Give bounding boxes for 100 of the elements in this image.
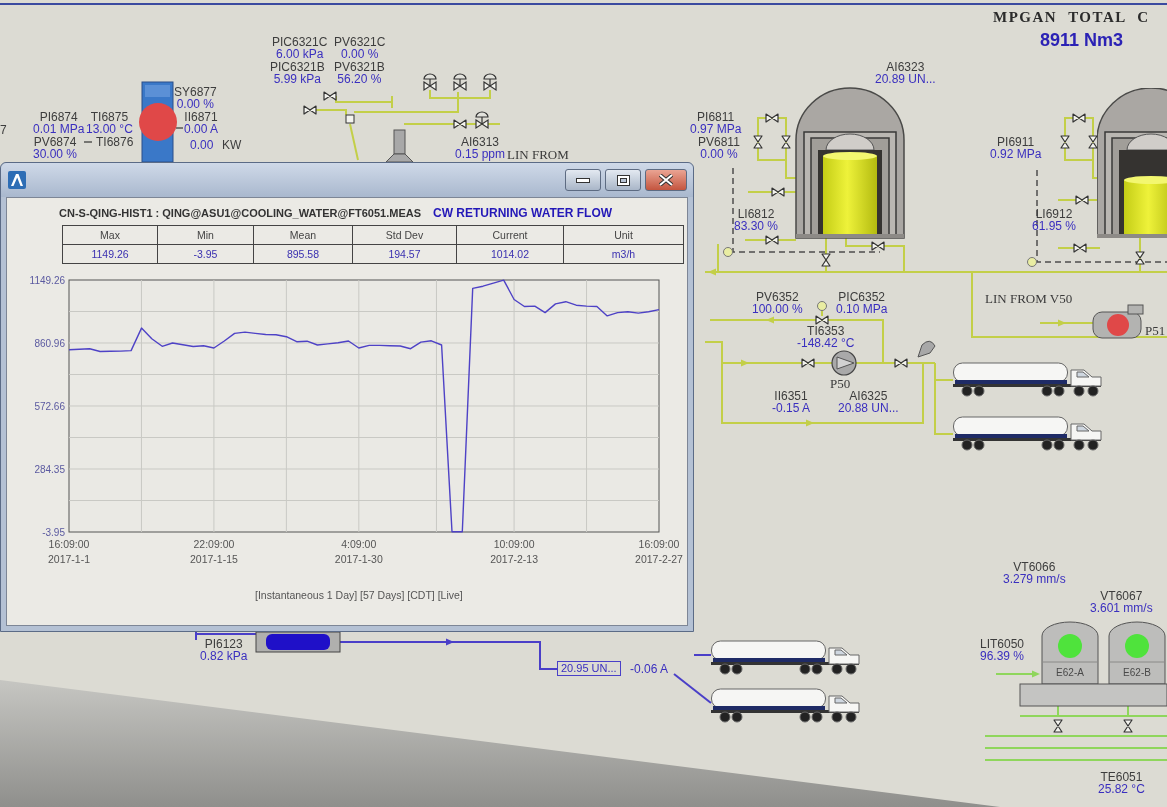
column-header: Mean	[254, 226, 353, 245]
tag-label: AI6313	[461, 136, 500, 148]
tag-label: PV6321C	[334, 36, 386, 48]
flow-arrow-icon	[708, 268, 716, 276]
tag-label: II6351	[774, 390, 808, 402]
valve-icon	[815, 315, 829, 325]
valve-icon	[765, 113, 779, 123]
valve-icon	[1073, 243, 1087, 253]
y-axis-label: 572.66	[34, 400, 65, 412]
tag-label: VT6067	[1100, 590, 1143, 602]
table-cell: -3.95	[158, 245, 254, 264]
flow-arrow-icon	[446, 638, 454, 646]
tag-value: 20.89 UN...	[875, 73, 936, 85]
tag-value: 0.10 MPa	[836, 303, 888, 315]
label-text: KW	[222, 139, 242, 152]
valve-icon	[1053, 719, 1063, 733]
tag-value: 0.00 A	[184, 123, 219, 135]
x-axis-label: 16:09:00 2017-1-1	[48, 538, 90, 565]
tag-label: PV6811	[698, 136, 740, 148]
instrument-icon	[1027, 257, 1037, 267]
tag-value: 20.88 UN...	[838, 402, 899, 414]
tag-value: 3.279 mm/s	[1003, 573, 1066, 585]
tag-label: PV6321B	[334, 61, 385, 73]
tag-label: PI6811	[697, 111, 735, 123]
plant-total-title: MPGAN TOTAL C	[993, 9, 1150, 26]
app-logo-icon	[8, 171, 26, 189]
valve-icon	[323, 91, 337, 101]
y-axis-label: 860.96	[34, 337, 65, 349]
tag-label: TI6875	[90, 111, 129, 123]
close-icon	[659, 174, 673, 186]
pipe	[349, 123, 359, 161]
tag-value: 0.97 MPa	[690, 123, 742, 135]
tag-label: PV6874	[33, 136, 77, 148]
table-cell: 1014.02	[457, 245, 564, 264]
tag-label: PV6352	[756, 291, 799, 303]
valve-icon	[1060, 135, 1070, 149]
tag-value: 0.01 MPa	[33, 123, 85, 135]
tag-label: PIC6321C	[272, 36, 328, 48]
flow-arrow-icon	[741, 359, 749, 367]
x-axis-label: 16:09:00 2017-2-27	[635, 538, 683, 565]
close-button[interactable]	[645, 169, 687, 191]
valve-icon	[1123, 719, 1133, 733]
tag-path-title: CN-S-QING-HIST1 : QING@ASU1@COOLING_WATER@FT6051.MEAS	[59, 207, 421, 219]
stream-label: LIN FROM	[507, 148, 569, 161]
trend-description: CW RETURNING WATER FLOW	[433, 206, 613, 220]
tag-value: 0.92 MPa	[990, 148, 1042, 160]
pump-label: P51	[1145, 324, 1166, 337]
tag-label: PI6874	[39, 111, 78, 123]
tag-value: 0.00 %	[176, 98, 215, 110]
instrument-icon	[723, 247, 733, 257]
vessel-label: E62-B	[1122, 667, 1152, 678]
tag-value: -148.42 °C	[797, 337, 855, 349]
maximize-button[interactable]	[605, 169, 641, 191]
valve-icon	[453, 119, 467, 129]
tag-value: 6.00 kPa	[276, 48, 324, 60]
tag-value: 0.15 ppm	[455, 148, 506, 160]
y-axis-label: 1149.26	[29, 274, 65, 286]
tag-label: VT6066	[1013, 561, 1056, 573]
valve-icon	[771, 187, 785, 197]
junction-icon	[345, 114, 355, 124]
column-header: Unit	[564, 226, 684, 245]
tag-value: 56.20 %	[337, 73, 382, 85]
valve-icon	[801, 358, 815, 368]
valve-icon	[1135, 251, 1145, 265]
minimize-button[interactable]	[565, 169, 601, 191]
valve-icon	[781, 135, 791, 149]
column-header: Min	[158, 226, 254, 245]
tag-value: 30.00 %	[33, 148, 78, 160]
table-cell: m3/h	[564, 245, 684, 264]
reading-box: 20.95 UN...	[557, 661, 621, 676]
tag-value: 3.601 mm/s	[1090, 602, 1153, 614]
flow-arrow-icon	[766, 316, 774, 324]
maximize-icon	[616, 174, 630, 186]
plant-total-value: 8911 Nm3	[1040, 30, 1124, 51]
tag-label: LI6812	[737, 208, 775, 220]
minimize-icon	[576, 177, 590, 183]
tag-label: LIT6050	[980, 638, 1025, 650]
y-axis-label: 284.35	[34, 463, 65, 475]
tag-label: LI6912	[1035, 208, 1073, 220]
tag-label: PIC6352	[838, 291, 886, 303]
tag-label: TE6051	[1100, 771, 1143, 783]
flow-arrow-icon	[1032, 670, 1040, 678]
tag-value: 25.82 °C	[1098, 783, 1145, 795]
pump-label: P50	[830, 377, 851, 390]
tag-label: PIC6321B	[270, 61, 325, 73]
table-cell: 895.58	[254, 245, 353, 264]
tag-value: 83.30 %	[734, 220, 779, 232]
label-text: 7	[0, 124, 7, 137]
tag-label: AI6323	[886, 61, 925, 73]
leader-line	[175, 127, 184, 129]
tag-label: PI6911	[997, 136, 1035, 148]
valve-icon	[1072, 113, 1086, 123]
tag-label: TI6876	[96, 136, 134, 148]
tag-label: SY6877	[174, 86, 217, 98]
column-header: Current	[457, 226, 564, 245]
tag-value: -0.15 A	[772, 402, 811, 414]
tag-label: AI6325	[849, 390, 888, 402]
vent-stack-icon	[385, 129, 414, 163]
tag-value: 0.00 %	[700, 148, 738, 160]
vessel-label: E62-A	[1055, 667, 1085, 678]
